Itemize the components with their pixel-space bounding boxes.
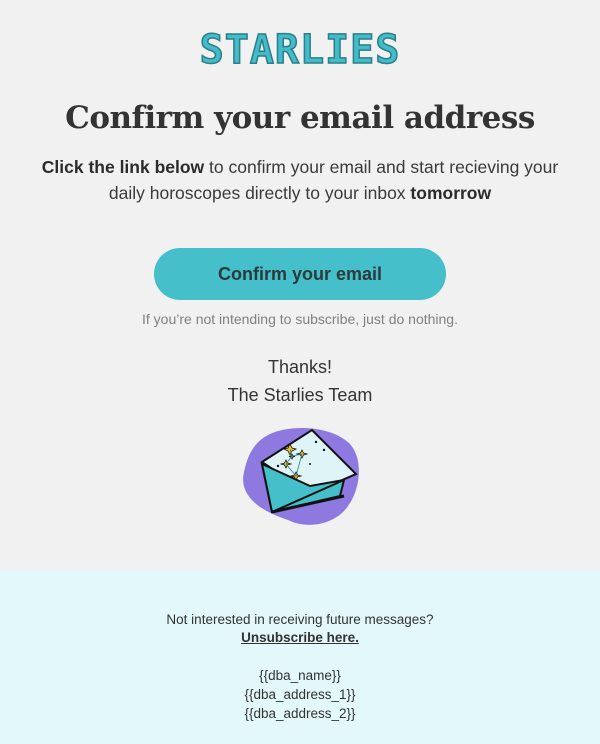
envelope-constellation-icon <box>243 428 359 525</box>
confirm-email-button[interactable]: Confirm your email <box>154 248 446 300</box>
address-line-1: {{dba_address_1}} <box>244 687 356 702</box>
thanks-line: Thanks! <box>267 357 333 377</box>
logo-wordmark: STARLIES <box>199 27 401 73</box>
unsubscribe-link[interactable]: Unsubscribe here. <box>241 630 359 645</box>
address-line-name: {{dba_name}} <box>259 668 341 683</box>
team-signature: The Starlies Team <box>227 385 373 405</box>
unsubscribe-message: Not interested in receiving future messa… <box>166 612 434 627</box>
intro-bold-link-hint: Click the link below <box>41 157 205 177</box>
starlies-logo: STARLIES <box>0 28 600 72</box>
page-title: Confirm your email address <box>65 100 535 136</box>
footer: Not interested in receiving future messa… <box>0 570 600 744</box>
address-block: {{dba_name}} {{dba_address_1}} {{dba_add… <box>0 666 600 723</box>
email-page: STARLIES Confirm your email address Clic… <box>0 0 600 744</box>
unsubscribe-link-row: Unsubscribe here. <box>0 629 600 647</box>
signoff: Thanks! The Starlies Team <box>0 353 600 409</box>
intro-bold-tomorrow: tomorrow <box>410 183 492 203</box>
email-card: STARLIES Confirm your email address Clic… <box>0 0 600 570</box>
fine-print: If you’re not intending to subscribe, ju… <box>142 311 458 327</box>
address-line-2: {{dba_address_2}} <box>244 706 356 721</box>
intro-text: Click the link below to confirm your ema… <box>40 154 560 206</box>
